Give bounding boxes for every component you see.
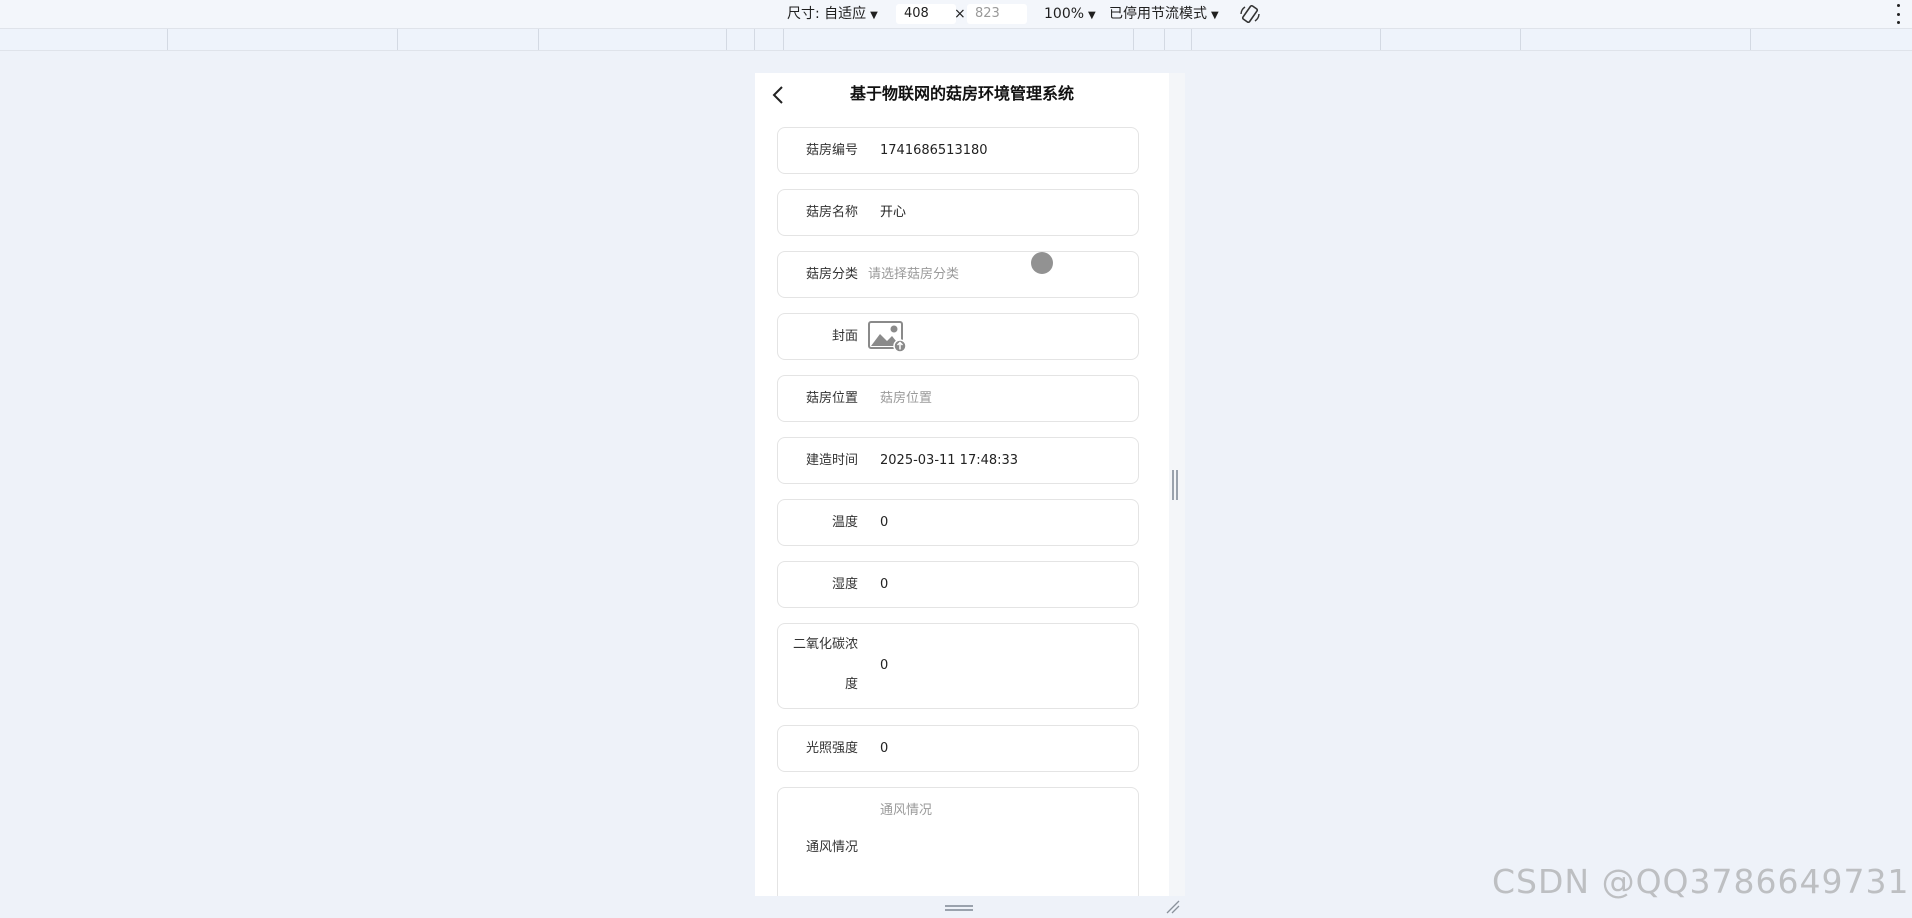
co2-label-line1: 二氧化碳浓 [792, 637, 858, 652]
room-category-picker[interactable]: 菇房分类 请选择菇房分类 [777, 251, 1139, 298]
ventilation-label: 通风情况 [805, 840, 858, 855]
corner-resize-handle[interactable] [1166, 899, 1180, 914]
room-number-value: 1741686513180 [880, 143, 988, 158]
image-upload-icon[interactable] [868, 320, 908, 354]
dimensions-dropdown[interactable]: 尺寸: 自适应 ▼ [787, 0, 878, 28]
temperature-row[interactable]: 温度 0 [777, 499, 1139, 546]
cover-label: 封面 [831, 329, 858, 344]
location-label: 菇房位置 [805, 391, 858, 406]
throttle-label: 已停用节流模式 [1109, 6, 1207, 22]
nav-bar: 基于物联网的菇房环境管理系统 [755, 73, 1169, 115]
build-time-value: 2025-03-11 17:48:33 [880, 453, 1019, 468]
cover-row: 封面 [777, 313, 1139, 360]
zoom-label: 100% [1044, 6, 1085, 22]
ventilation-textarea[interactable]: 通风情况 [880, 801, 932, 821]
back-arrow-icon[interactable] [769, 85, 789, 105]
dimensions-label: 尺寸: 自适应 [787, 6, 867, 22]
chevron-down-icon: ▼ [1211, 10, 1219, 21]
location-input[interactable]: 菇房位置 [880, 389, 932, 409]
humidity-row[interactable]: 湿度 0 [777, 561, 1139, 608]
co2-value: 0 [880, 658, 889, 673]
width-input[interactable]: 408 [896, 4, 956, 24]
build-time-row[interactable]: 建造时间 2025-03-11 17:48:33 [777, 437, 1139, 484]
csdn-watermark: CSDN @QQ3786649731 [1492, 862, 1910, 901]
light-row[interactable]: 光照强度 0 [777, 725, 1139, 772]
room-number-row[interactable]: 菇房编号 1741686513180 [777, 127, 1139, 174]
times-sign: × [954, 6, 966, 22]
device-viewport: 基于物联网的菇房环境管理系统 菇房编号 1741686513180 菇房名称 开… [755, 73, 1185, 896]
humidity-value: 0 [880, 577, 889, 592]
rotate-icon[interactable] [1238, 2, 1262, 26]
room-name-value: 开心 [880, 205, 907, 220]
light-label: 光照强度 [805, 741, 858, 756]
location-row[interactable]: 菇房位置 菇房位置 [777, 375, 1139, 422]
room-category-label: 菇房分类 [805, 267, 858, 282]
co2-row[interactable]: 二氧化碳浓 度 0 [777, 623, 1139, 709]
room-number-label: 菇房编号 [805, 143, 858, 158]
zoom-dropdown[interactable]: 100% ▼ [1044, 0, 1096, 28]
throttle-dropdown[interactable]: 已停用节流模式 ▼ [1109, 0, 1219, 28]
humidity-label: 湿度 [831, 577, 858, 592]
page-title: 基于物联网的菇房环境管理系统 [849, 84, 1074, 103]
temperature-label: 温度 [831, 515, 858, 530]
chevron-down-icon: ▼ [870, 10, 878, 21]
height-input[interactable]: 823 [967, 4, 1027, 24]
touch-cursor [1031, 252, 1053, 274]
bottom-resize-handle[interactable] [945, 905, 973, 911]
chevron-down-icon: ▼ [1088, 10, 1096, 21]
side-resize-handle[interactable] [1172, 470, 1178, 500]
co2-label-line2: 度 [844, 677, 858, 692]
devtools-device-toolbar: 尺寸: 自适应 ▼ 408 × 823 100% ▼ 已停用节流模式 ▼ [0, 0, 1912, 29]
kebab-menu-icon[interactable] [1896, 4, 1900, 24]
ventilation-row: 通风情况 通风情况 [777, 787, 1139, 896]
light-value: 0 [880, 741, 889, 756]
room-category-placeholder: 请选择菇房分类 [868, 267, 960, 282]
temperature-value: 0 [880, 515, 889, 530]
room-name-row[interactable]: 菇房名称 开心 [777, 189, 1139, 236]
room-name-label: 菇房名称 [805, 205, 858, 220]
build-time-label: 建造时间 [805, 453, 858, 468]
media-query-ruler[interactable] [0, 29, 1912, 51]
